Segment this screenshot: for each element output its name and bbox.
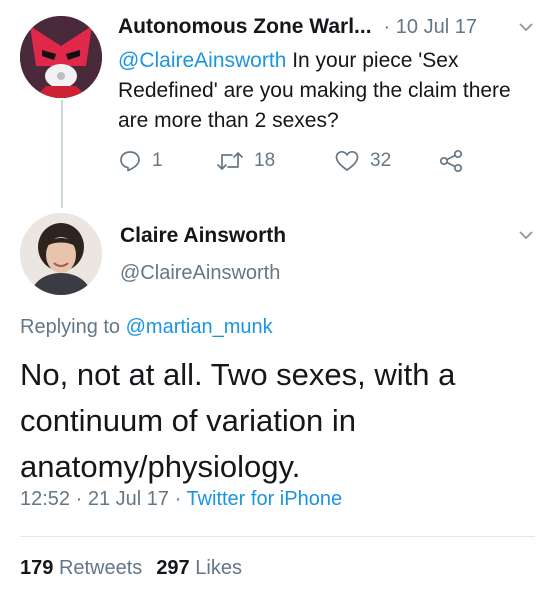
retweets-stat[interactable]: 179 Retweets [20, 557, 142, 579]
share-icon [439, 149, 463, 173]
tweet-source-link[interactable]: Twitter for iPhone [186, 488, 342, 510]
main-tweet-text: No, not at all. Two sexes, with a contin… [20, 357, 456, 484]
likes-label: Likes [195, 557, 242, 579]
tweet-time: 12:52 [20, 488, 71, 510]
masked-figure-avatar-image [20, 16, 102, 98]
thread-connector-line [61, 100, 63, 208]
parent-tweet-date[interactable]: · 10 Jul 17 [384, 16, 477, 39]
tweet-date: 21 Jul 17 [87, 488, 170, 510]
retweet-button[interactable]: 18 [216, 149, 334, 173]
chevron-down-icon[interactable] [517, 18, 535, 36]
replying-to-mention[interactable]: @martian_munk [126, 316, 273, 338]
mention-link[interactable]: @ClaireAinsworth [118, 49, 286, 72]
autonomous-zone-avatar[interactable] [20, 16, 102, 98]
share-button[interactable] [438, 149, 464, 173]
tweet-stats: 179 Retweets 297 Likes [20, 557, 242, 580]
reply-button[interactable]: 1 [118, 149, 216, 173]
replying-to-label: Replying to [20, 316, 126, 338]
divider [20, 536, 535, 537]
retweets-label: Retweets [58, 557, 143, 579]
tweet-metadata: 12:52 · 21 Jul 17 · Twitter for iPhone [20, 488, 343, 510]
chevron-down-icon[interactable] [517, 226, 535, 244]
like-icon [335, 150, 359, 171]
reply-count: 1 [152, 150, 163, 171]
main-author-handle[interactable]: @ClaireAinsworth [120, 262, 280, 285]
parent-tweet-header: Autonomous Zone Warl... · 10 Jul 17 [118, 12, 535, 42]
retweet-count: 18 [254, 150, 276, 171]
parent-tweet-text: @ClaireAinsworth In your piece 'Sex Rede… [118, 46, 528, 136]
retweets-count: 179 [20, 557, 54, 579]
parent-tweet-actions: 1 18 32 [118, 145, 464, 177]
retweet-icon [217, 152, 243, 170]
profile-photo-image [20, 213, 102, 295]
main-author-name[interactable]: Claire Ainsworth [120, 224, 286, 248]
replying-to-line: Replying to @martian_munk [20, 316, 273, 339]
claire-ainsworth-avatar[interactable] [20, 213, 102, 295]
parent-author-name[interactable]: Autonomous Zone Warl... [118, 15, 372, 39]
reply-icon [120, 151, 140, 172]
likes-stat[interactable]: 297 Likes [156, 557, 242, 579]
likes-count: 297 [156, 557, 190, 579]
like-button[interactable]: 32 [334, 149, 438, 173]
like-count: 32 [370, 150, 392, 171]
